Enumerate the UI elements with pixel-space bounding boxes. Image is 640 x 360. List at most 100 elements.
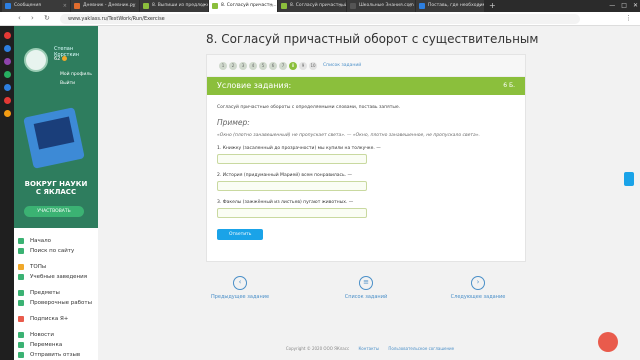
- menu-item-label: Отправить отзыв: [30, 352, 81, 358]
- logout-link[interactable]: Выйти: [60, 81, 75, 86]
- menu-item[interactable]: Подписка Я+: [14, 314, 98, 324]
- pager-item[interactable]: 10: [309, 61, 317, 70]
- contacts-link[interactable]: Контакты: [358, 346, 379, 351]
- points-badge: 62: [54, 56, 68, 62]
- menu-item-label: Поиск по сайту: [30, 248, 75, 254]
- task-list-link[interactable]: Список заданий: [323, 63, 361, 68]
- app-icon[interactable]: [3, 45, 11, 52]
- arrow-left-icon: ‹: [233, 276, 247, 290]
- app-icon[interactable]: [3, 71, 11, 78]
- avatar[interactable]: [24, 48, 48, 72]
- task-list-button[interactable]: ≡ Список заданий: [326, 276, 406, 300]
- tab-label: 8. Выпиши из предложе...: [152, 3, 208, 8]
- menu-item[interactable]: Начало: [14, 236, 98, 246]
- menu-item[interactable]: Переменка: [14, 340, 98, 350]
- address-bar[interactable]: www.yaklass.ru/TestWork/Run/Exercise: [60, 14, 580, 24]
- menu-item-icon: [18, 332, 24, 338]
- browser-tab[interactable]: Сообщения ×: [2, 0, 70, 12]
- menu-item-label: Переменка: [30, 342, 63, 348]
- os-sidebar: [0, 26, 14, 360]
- exercise-card: 1 2 3 4 5 6 7 8 9 10 Список заданий Условие задани…: [206, 54, 526, 262]
- browser-tab[interactable]: 8. Выпиши из предложе... ×: [140, 0, 208, 12]
- menu-item[interactable]: Поиск по сайту: [14, 246, 98, 256]
- app-icon[interactable]: [3, 110, 11, 117]
- tab-label: 8. Согласуй причастный ...: [290, 3, 346, 8]
- next-task-button[interactable]: › Следующее задание: [438, 276, 518, 300]
- answer-input[interactable]: [217, 154, 367, 164]
- app-icon[interactable]: [3, 84, 11, 91]
- question-text: 2. История (придуманный Марией) всем пон…: [217, 173, 353, 178]
- menu-item-label: Новости: [30, 332, 54, 338]
- app-icon[interactable]: [3, 58, 11, 65]
- close-tab-icon[interactable]: ×: [201, 0, 205, 12]
- menu-item[interactable]: ТОПы: [14, 262, 98, 272]
- close-tab-icon[interactable]: ×: [270, 0, 274, 12]
- footer: Copyright © 2020 ООО ЯКласс Контакты Пол…: [200, 346, 540, 351]
- app-icon[interactable]: [3, 97, 11, 104]
- prev-task-label: Предыдущее задание: [210, 294, 270, 300]
- tab-label: Сообщения: [14, 3, 42, 8]
- close-tab-icon[interactable]: ×: [339, 0, 343, 12]
- answer-button[interactable]: Ответить: [217, 229, 264, 240]
- close-tab-icon[interactable]: ×: [477, 0, 481, 12]
- close-tab-icon[interactable]: ×: [408, 0, 412, 12]
- menu-item[interactable]: Отправить отзыв: [14, 350, 98, 360]
- menu-item-icon: [18, 342, 24, 348]
- pager-item[interactable]: 1: [219, 61, 227, 70]
- close-tab-icon[interactable]: ×: [63, 0, 67, 12]
- promo-title: ВОКРУГ НАУКИ С ЯКЛАСС: [14, 180, 98, 196]
- feedback-tab[interactable]: [624, 172, 634, 186]
- browser-tab[interactable]: Дневник - Дневник.ру ×: [71, 0, 139, 12]
- menu-item-label: Начало: [30, 238, 52, 244]
- menu-item[interactable]: Новости: [14, 330, 98, 340]
- menu-item[interactable]: Проверочные работы: [14, 298, 98, 308]
- answer-input[interactable]: [217, 181, 367, 191]
- agreement-link[interactable]: Пользовательское соглашение: [388, 346, 454, 351]
- browser-tab[interactable]: 8. Согласуй причастн... ×: [209, 0, 277, 12]
- minimize-icon[interactable]: —: [609, 0, 615, 12]
- close-tab-icon[interactable]: ×: [132, 0, 136, 12]
- participate-button[interactable]: УЧАСТВОВАТЬ: [24, 206, 84, 217]
- task-header: Условие задания: 6 Б.: [207, 77, 525, 95]
- menu-item-icon: [18, 290, 24, 296]
- favicon-icon: [419, 3, 425, 9]
- pager-item[interactable]: 8: [289, 61, 297, 70]
- site-sidebar: Степан Корсткин 62 Мой профиль Выйти ВОК…: [14, 26, 98, 360]
- pager-item[interactable]: 7: [279, 61, 287, 70]
- close-icon[interactable]: ✕: [633, 0, 638, 12]
- app-icon[interactable]: [3, 32, 11, 39]
- pager-item[interactable]: 6: [269, 61, 277, 70]
- menu-item-label: Учебные заведения: [30, 274, 88, 280]
- profile-link[interactable]: Мой профиль: [60, 72, 92, 77]
- question-list: 1. Книжку (засаленный до прозрачности) м…: [217, 146, 515, 218]
- pager-item[interactable]: 2: [229, 61, 237, 70]
- promo-banner[interactable]: ВОКРУГ НАУКИ С ЯКЛАСС УЧАСТВОВАТЬ: [14, 107, 98, 228]
- nav-buttons[interactable]: ‹ › ↻: [18, 14, 54, 22]
- promo-line1: ВОКРУГ НАУКИ: [24, 180, 88, 188]
- menu-item-label: Подписка Я+: [30, 316, 69, 322]
- coin-icon: [62, 56, 68, 61]
- pager-item[interactable]: 4: [249, 61, 257, 70]
- menu-item-icon: [18, 248, 24, 254]
- browser-tab[interactable]: Поставь, где необходим... ×: [416, 0, 484, 12]
- menu-item-label: Проверочные работы: [30, 300, 92, 306]
- page-title: 8. Согласуй причастный оборот с существи…: [206, 32, 539, 46]
- prev-task-button[interactable]: ‹ Предыдущее задание: [200, 276, 280, 300]
- browser-menu-icon[interactable]: ⋮: [625, 14, 632, 22]
- new-tab-icon[interactable]: +: [485, 0, 500, 12]
- pager-item[interactable]: 3: [239, 61, 247, 70]
- maximize-icon[interactable]: □: [621, 0, 627, 12]
- browser-tab[interactable]: Школьные Знания.com ×: [347, 0, 415, 12]
- pager-item[interactable]: 5: [259, 61, 267, 70]
- site-menu: Начало Поиск по сайту ТОПы Учебные заведени…: [14, 228, 98, 360]
- menu-item[interactable]: Предметы: [14, 288, 98, 298]
- favicon-icon: [74, 3, 80, 9]
- menu-item[interactable]: Учебные заведения: [14, 272, 98, 282]
- answer-input[interactable]: [217, 208, 367, 218]
- menu-item-label: Предметы: [30, 290, 60, 296]
- window-controls: — □ ✕: [609, 0, 638, 12]
- pager-item[interactable]: 9: [299, 61, 307, 70]
- menu-item-icon: [18, 238, 24, 244]
- support-chat-icon[interactable]: [598, 332, 618, 352]
- browser-tab[interactable]: 8. Согласуй причастный ...×: [278, 0, 346, 12]
